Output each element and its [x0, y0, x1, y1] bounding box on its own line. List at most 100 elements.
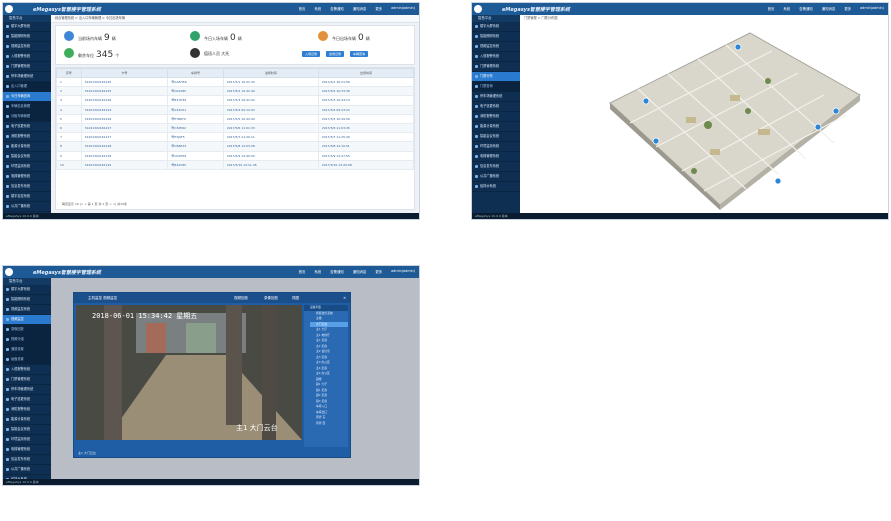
top-nav-item[interactable]: admin(admin)	[391, 269, 415, 274]
sidebar-item[interactable]: 入侵报警系统	[472, 52, 520, 62]
sidebar-item[interactable]: 入侵报警系统	[3, 365, 51, 375]
camera-feed[interactable]: 2018-06-01 15:34:42 星期五 主1 大门云台	[76, 305, 302, 440]
top-nav-item[interactable]: 系统	[314, 6, 321, 11]
top-nav-item[interactable]: admin(admin)	[860, 6, 884, 11]
sidebar-item[interactable]: 视频监控	[3, 315, 51, 325]
sidebar-item[interactable]: 消防报警系统	[3, 405, 51, 415]
top-nav-item[interactable]: 首页	[299, 6, 306, 11]
sidebar-item[interactable]: 环境监测系统	[3, 435, 51, 445]
sidebar-item[interactable]: 能源计量系统	[3, 415, 51, 425]
video-replay-button[interactable]: 视频回放	[234, 293, 248, 303]
table-header[interactable]: 出场时间	[317, 68, 415, 78]
sidebar-item[interactable]: 电子巡更系统	[472, 102, 520, 112]
table-header[interactable]: 序号	[56, 68, 82, 78]
sidebar-item[interactable]: 智能会议系统	[472, 132, 520, 142]
table-row[interactable]: 10 31201302161219 粤B22C85 2017/5/10 13:11:4…	[56, 159, 415, 170]
sidebar-item[interactable]: 视频监控系统	[472, 42, 520, 52]
table-row[interactable]: 6 31201302161217 粤C32E62 2017/5/6 11:01:33 2…	[56, 122, 415, 134]
sidebar-item[interactable]: 停车场管理系统	[3, 385, 51, 395]
sidebar-item[interactable]: 视频监控系统	[3, 42, 51, 52]
sidebar-item[interactable]: 给排水系统	[472, 182, 520, 192]
sidebar-item[interactable]: 电梯管理系统	[472, 152, 520, 162]
sidebar-item[interactable]: 公共广播系统	[472, 172, 520, 182]
top-nav-item[interactable]: admin(admin)	[391, 6, 415, 11]
sidebar-item[interactable]: 停车场管理系统	[3, 72, 51, 82]
sidebar-item[interactable]: 今日车辆查询	[3, 92, 51, 102]
table-row[interactable]: 7 31201302161217 粤E3J9T5 2017/5/7 11:20:11 2…	[56, 132, 415, 143]
sidebar-item[interactable]: 视频分组	[3, 335, 51, 345]
device-tree-item[interactable]: 周界 西	[310, 421, 348, 427]
sidebar-item[interactable]: 门禁分布	[472, 72, 520, 82]
sidebar-item[interactable]: 电子巡更系统	[3, 122, 51, 132]
record-playback-button[interactable]: 录像回放	[264, 293, 278, 303]
top-nav-item[interactable]: 更多	[375, 269, 382, 274]
top-nav-item[interactable]: 通知消息	[353, 269, 367, 274]
table-header[interactable]: 卡号	[80, 68, 169, 78]
top-nav-item[interactable]: 通知消息	[353, 6, 367, 11]
top-nav-item[interactable]: 告警通知	[799, 6, 813, 11]
sidebar-item[interactable]: 门禁管理系统	[472, 62, 520, 72]
top-nav-item[interactable]: 告警通知	[330, 269, 344, 274]
sidebar-item[interactable]: 录像回放	[3, 325, 51, 335]
sidebar-item[interactable]: 电子巡更系统	[3, 395, 51, 405]
sidebar-item[interactable]: 入侵报警系统	[3, 52, 51, 62]
top-nav-item[interactable]: 更多	[844, 6, 851, 11]
sidebar-item[interactable]: 公共广播系统	[3, 465, 51, 475]
pagination[interactable]: 每页显示 10 |< < 第 1 页 共 1 页 > >| 共10条	[62, 202, 127, 206]
top-nav-item[interactable]: 首页	[768, 6, 775, 11]
entry-record-button[interactable]: 入场记录	[302, 51, 320, 57]
table-row[interactable]: 5 31201302161216 粤E7B6T0 2017/5/5 10:42:09 2…	[56, 113, 415, 124]
top-nav-item[interactable]: 通知消息	[822, 6, 836, 11]
sidebar-item[interactable]: 消防报警系统	[3, 132, 51, 142]
snapshot-button[interactable]: 抓图	[292, 293, 299, 303]
sidebar-item[interactable]: 通道设置	[3, 345, 51, 355]
top-nav-item[interactable]: 系统	[314, 269, 321, 274]
table-row[interactable]: 9 31201302161218 粤C02H56 2017/5/9 12:40:02 2…	[56, 150, 415, 161]
sidebar-item[interactable]: 智能照明系统	[3, 32, 51, 42]
sidebar-item[interactable]: 楼宇大屏系统	[3, 285, 51, 295]
sidebar-item[interactable]: 楼宇大屏系统	[472, 22, 520, 32]
sidebar-item[interactable]: 信息发布系统	[3, 182, 51, 192]
table-row[interactable]: 4 31201302161214 粤A32C01 2017/5/4 09:12:03 2…	[56, 104, 415, 115]
table-header[interactable]: 进场时间	[222, 68, 319, 78]
sidebar-item[interactable]: 消防报警系统	[472, 112, 520, 122]
sidebar-item[interactable]: 电梯管理系统	[3, 445, 51, 455]
sidebar-item[interactable]: 智能照明系统	[472, 32, 520, 42]
sidebar-item[interactable]: 门禁管理系统	[3, 62, 51, 72]
close-icon[interactable]: ✕	[343, 293, 346, 303]
vehicle-query-button[interactable]: 车辆查询	[350, 51, 368, 57]
top-nav-item[interactable]: 更多	[375, 6, 382, 11]
sidebar-item[interactable]: 月租车辆管理	[3, 112, 51, 122]
sidebar-item[interactable]: 能源计量系统	[3, 142, 51, 152]
sidebar-item[interactable]: 环境监测系统	[3, 162, 51, 172]
sidebar-item[interactable]: 智能会议系统	[3, 152, 51, 162]
floor-plan-3d[interactable]	[590, 25, 870, 210]
table-header[interactable]: 车牌号	[167, 68, 224, 78]
sidebar-item[interactable]: 公共广播系统	[3, 202, 51, 212]
sidebar-item[interactable]: 画面设置	[3, 355, 51, 365]
sidebar-item[interactable]: 出入口管理	[3, 82, 51, 92]
sidebar-item[interactable]: 智能照明系统	[3, 295, 51, 305]
sidebar-item[interactable]: 智能会议系统	[3, 425, 51, 435]
sidebar-item[interactable]: 环境监测系统	[472, 142, 520, 152]
sidebar-item[interactable]: 停车场管理系统	[472, 92, 520, 102]
sidebar-item[interactable]: 信息发布系统	[472, 162, 520, 172]
video-window[interactable]: 主机监控 视频监控 视频回放 录像回放 抓图 ✕ 2018-06-01 15:3…	[73, 292, 351, 458]
sidebar-item[interactable]: 视频监控系统	[3, 305, 51, 315]
sidebar-item[interactable]: 门禁查询	[472, 82, 520, 92]
sidebar-item[interactable]: 信息发布系统	[3, 455, 51, 465]
sidebar-item[interactable]: 门禁管理系统	[3, 375, 51, 385]
sidebar-item[interactable]: 楼宇大屏系统	[3, 22, 51, 32]
sidebar-item[interactable]: 能源计量系统	[472, 122, 520, 132]
table-row[interactable]: 8 31201302161218 粤D56P23 2017/5/8 12:03:28 2…	[56, 141, 415, 152]
exit-record-button[interactable]: 出场记录	[326, 51, 344, 57]
top-nav-item[interactable]: 系统	[783, 6, 790, 11]
top-nav-item[interactable]: 告警通知	[330, 6, 344, 11]
table-row[interactable]: 3 31201302161216 粤B31H39 2017/5/3 10:41:02 2…	[56, 95, 415, 106]
table-row[interactable]: 2 31201302161215 粤C02X85 2017/5/2 10:32:40 2…	[56, 86, 415, 97]
sidebar-item[interactable]: 车辆信息管理	[3, 102, 51, 112]
top-nav-item[interactable]: 首页	[299, 269, 306, 274]
sidebar-item[interactable]: 电梯管理系统	[3, 172, 51, 182]
sidebar-item[interactable]: 楼宇自控系统	[3, 192, 51, 202]
table-row[interactable]: 1 31201302161215 粤GA5H56 2017/5/1 10:21:33 2…	[56, 76, 415, 88]
